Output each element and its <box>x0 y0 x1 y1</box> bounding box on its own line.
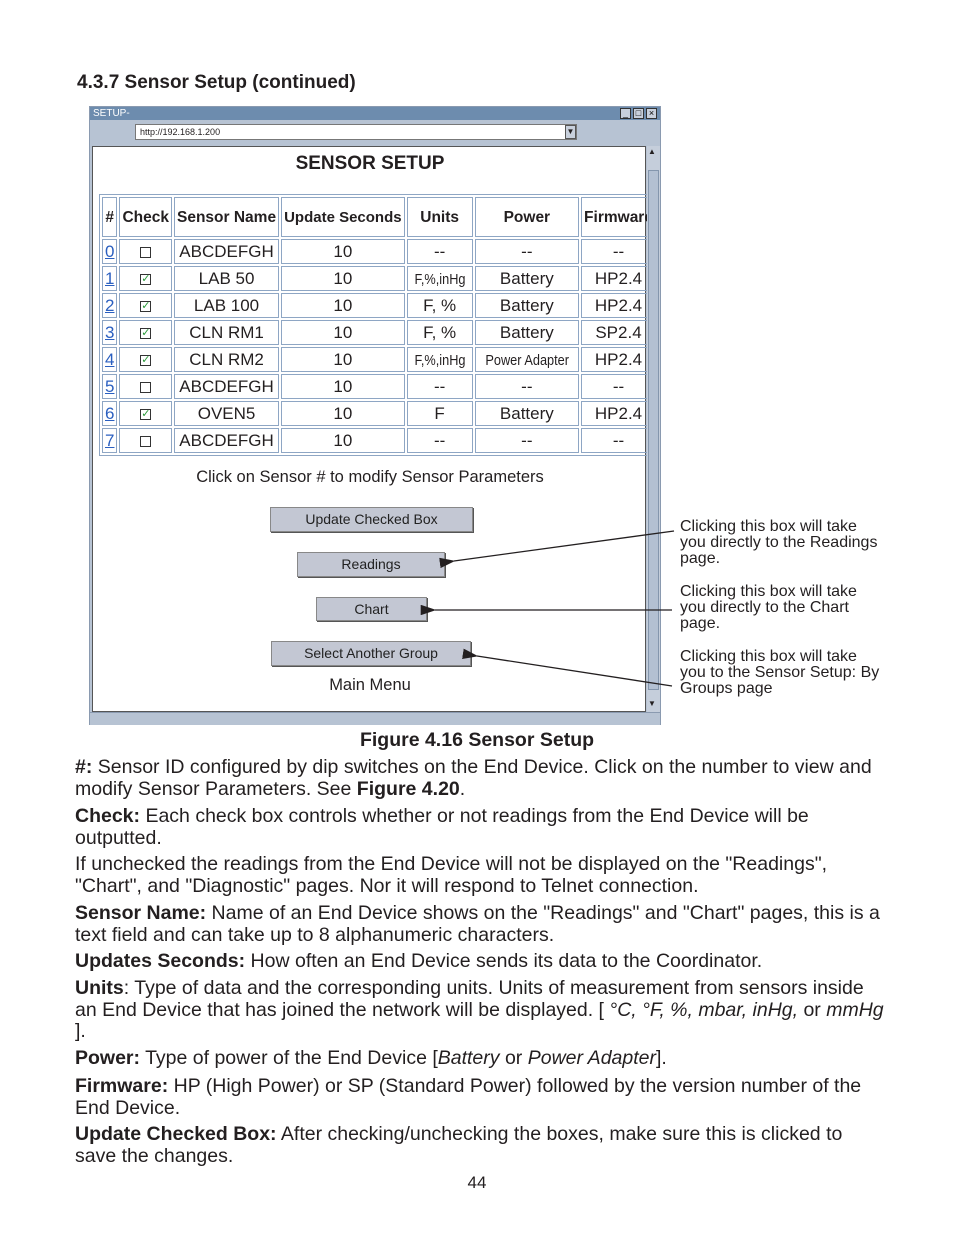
term: Updates Seconds: <box>75 950 246 972</box>
term: Check: <box>75 805 141 827</box>
italic-text: Power Adapter <box>527 1047 656 1069</box>
description-paragraph: Power: Type of power of the End Device [… <box>75 1047 885 1070</box>
text: Sensor ID configured by dip switches on … <box>75 756 872 800</box>
text: or <box>499 1047 528 1069</box>
note-chart: Clicking this box will take you directly… <box>680 583 857 632</box>
text: ]. <box>75 1020 86 1042</box>
italic-text: mmHg <box>826 998 884 1021</box>
term: Units <box>75 977 124 999</box>
description-paragraph: Firmware: HP (High Power) or SP (Standar… <box>75 1075 885 1119</box>
term: Sensor Name: <box>75 902 207 924</box>
term: Firmware: <box>75 1075 169 1097</box>
description-paragraph: Sensor Name: Name of an End Device shows… <box>75 902 885 946</box>
text: ]. <box>655 1047 667 1069</box>
text: . <box>459 777 466 800</box>
text: How often an End Device sends its data t… <box>245 950 763 972</box>
figure-caption: Figure 4.16 Sensor Setup <box>359 729 595 751</box>
description-paragraph: #: Sensor ID configured by dip switches … <box>75 756 885 800</box>
italic-text: °C, °F, %, mbar, inHg, <box>609 998 799 1021</box>
note-readings: Clicking this box will take you directly… <box>680 518 878 567</box>
italic-text: Battery <box>437 1047 500 1069</box>
text: Each check box controls whether or not r… <box>75 805 809 849</box>
description-paragraph: If unchecked the readings from the End D… <box>75 853 885 897</box>
note-group: Clicking this box will take you to the S… <box>680 648 880 697</box>
text: If unchecked the readings from the End D… <box>75 853 828 897</box>
description-paragraph: Update Checked Box: After checking/unche… <box>75 1123 885 1167</box>
term: #: <box>75 756 93 778</box>
description-paragraph: Check: Each check box controls whether o… <box>75 805 885 849</box>
description-paragraph: Units: Type of data and the correspondin… <box>75 977 885 1043</box>
description-paragraph: Updates Seconds: How often an End Device… <box>75 950 885 973</box>
arrow-group <box>462 648 673 687</box>
term: Power: <box>75 1047 141 1069</box>
text: Type of power of the End Device [ <box>140 1047 438 1069</box>
term: Update Checked Box: <box>75 1123 277 1145</box>
page-number: 44 <box>467 1173 487 1192</box>
text: HP (High Power) or SP (Standard Power) f… <box>75 1075 862 1119</box>
figure-ref: Figure 4.20 <box>356 777 460 800</box>
text: or <box>798 998 827 1021</box>
arrow-readings <box>439 530 675 569</box>
